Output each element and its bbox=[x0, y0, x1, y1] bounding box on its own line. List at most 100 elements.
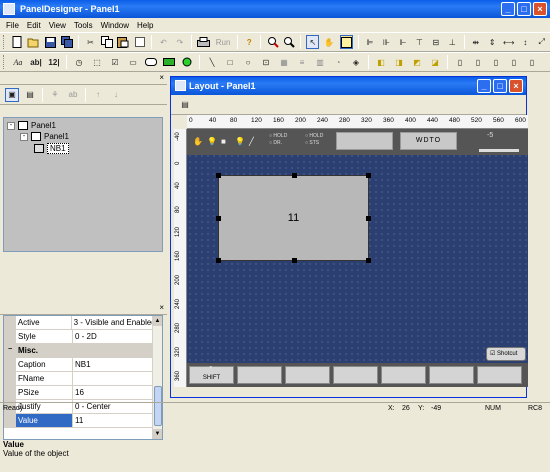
paste-icon[interactable] bbox=[117, 35, 129, 49]
resize-handle[interactable] bbox=[216, 258, 221, 263]
same-width-icon[interactable]: ⟷ bbox=[503, 35, 515, 49]
menu-tools[interactable]: Tools bbox=[70, 21, 97, 30]
align-center-icon[interactable]: ⊪ bbox=[380, 35, 392, 49]
clock-icon[interactable]: ◷ bbox=[72, 55, 86, 69]
fkey-6[interactable] bbox=[429, 366, 474, 384]
square-icon[interactable]: ■ bbox=[221, 137, 229, 146]
prop-row-psize[interactable]: PSize 16 bbox=[4, 386, 154, 400]
number-tool-icon[interactable]: 12| bbox=[47, 55, 61, 69]
cube-tool-icon[interactable]: ◈ bbox=[349, 55, 363, 69]
toolbar-grip[interactable] bbox=[3, 35, 6, 49]
minimize-button[interactable]: _ bbox=[501, 2, 515, 16]
space-v-icon[interactable]: ⇕ bbox=[486, 35, 498, 49]
resize-handle[interactable] bbox=[292, 258, 297, 263]
select-rect-icon[interactable]: ⬚ bbox=[90, 55, 104, 69]
image-tool-icon[interactable]: ⊡ bbox=[259, 55, 273, 69]
maximize-button[interactable]: □ bbox=[517, 2, 531, 16]
button-tool-icon[interactable]: ▭ bbox=[126, 55, 140, 69]
prop-value[interactable]: 11 bbox=[73, 414, 83, 427]
order-5-icon[interactable]: ▯ bbox=[525, 55, 539, 69]
prop-value[interactable]: 16 bbox=[73, 386, 84, 399]
order-1-icon[interactable]: ▯ bbox=[453, 55, 467, 69]
fkey-5[interactable] bbox=[381, 366, 426, 384]
layout-close-button[interactable]: × bbox=[509, 79, 523, 93]
pane-close-icon[interactable]: × bbox=[159, 303, 164, 312]
tree-node-label[interactable]: Panel1 bbox=[44, 132, 69, 141]
prop-value[interactable]: NB1 bbox=[73, 358, 91, 371]
close-button[interactable]: × bbox=[533, 2, 547, 16]
copy-icon[interactable] bbox=[100, 35, 113, 49]
tree-node-root[interactable]: - Panel1 bbox=[7, 121, 56, 130]
properties-scrollbar[interactable]: ▲ ▼ bbox=[152, 316, 162, 439]
tree-node-nb1[interactable]: NB1 bbox=[34, 143, 69, 154]
order-2-icon[interactable]: ▯ bbox=[471, 55, 485, 69]
circle-tool-icon[interactable]: ○ bbox=[241, 55, 255, 69]
fkey-2[interactable] bbox=[237, 366, 282, 384]
layout-titlebar[interactable]: Layout - Panel1 _ □ × bbox=[171, 77, 526, 95]
resize-handle[interactable] bbox=[366, 173, 371, 178]
resize-handle[interactable] bbox=[292, 173, 297, 178]
align-right-icon[interactable]: ⊩ bbox=[397, 35, 409, 49]
line-tool-icon[interactable]: ╲ bbox=[205, 55, 219, 69]
hand-icon[interactable]: ✋ bbox=[323, 35, 335, 49]
move-up-icon[interactable]: ↑ bbox=[91, 88, 105, 102]
gauge-tool-icon[interactable]: ◔ bbox=[331, 55, 345, 69]
edit-tool-icon[interactable]: ab| bbox=[29, 55, 43, 69]
same-size-icon[interactable]: ⤢ bbox=[535, 35, 547, 49]
design-canvas[interactable]: ✋ 💡 ■ 💡 ╱ ○ HOLD ○ DR. ○ HOLD ○ STS WDTO -… bbox=[187, 129, 528, 387]
prop-row-value[interactable]: Value 11 bbox=[4, 414, 154, 428]
fkey-4[interactable] bbox=[333, 366, 378, 384]
resize-handle[interactable] bbox=[216, 173, 221, 178]
order-4-icon[interactable]: ▯ bbox=[507, 55, 521, 69]
selected-numeric-control[interactable]: 11 bbox=[216, 173, 371, 263]
checkbox-tool-icon[interactable]: ☑ bbox=[108, 55, 122, 69]
same-height-icon[interactable]: ↕ bbox=[519, 35, 531, 49]
pill-tool-icon[interactable] bbox=[144, 55, 158, 69]
hand-icon[interactable]: ✋ bbox=[193, 137, 203, 146]
bulb-icon[interactable]: 💡 bbox=[235, 137, 245, 146]
layout-minimize-button[interactable]: _ bbox=[477, 79, 491, 93]
radio-group-right[interactable]: ○ HOLD ○ STS bbox=[305, 133, 323, 147]
prop-row-active[interactable]: Active 3 - Visible and Enabled bbox=[4, 316, 154, 330]
menu-file[interactable]: File bbox=[2, 21, 23, 30]
menu-view[interactable]: View bbox=[45, 21, 70, 30]
send-back-icon[interactable]: ◨ bbox=[392, 55, 406, 69]
prop-value[interactable]: 0 - 2D bbox=[73, 330, 97, 343]
page-icon[interactable]: ▤ bbox=[178, 98, 192, 112]
menu-help[interactable]: Help bbox=[133, 21, 157, 30]
tree-expander[interactable]: - bbox=[20, 132, 28, 141]
object-tree[interactable]: - Panel1 - Panel1 NB1 bbox=[3, 117, 163, 252]
rect-tool-icon[interactable]: □ bbox=[223, 55, 237, 69]
move-down-icon[interactable]: ↓ bbox=[109, 88, 123, 102]
space-h-icon[interactable]: ⇹ bbox=[470, 35, 482, 49]
tree-node-label[interactable]: NB1 bbox=[47, 143, 69, 154]
resize-handle[interactable] bbox=[366, 258, 371, 263]
save-all-icon[interactable] bbox=[60, 35, 73, 49]
shotcut-checkbox[interactable]: ☑ Shotcut bbox=[486, 347, 526, 361]
prop-category-misc[interactable]: − Misc. bbox=[4, 344, 154, 358]
scale-tool-icon[interactable]: ≡ bbox=[295, 55, 309, 69]
prop-value[interactable] bbox=[73, 372, 75, 385]
scroll-up-icon[interactable]: ▲ bbox=[153, 316, 162, 326]
prop-value[interactable]: 3 - Visible and Enabled bbox=[72, 316, 154, 329]
layout-maximize-button[interactable]: □ bbox=[493, 79, 507, 93]
green-button-icon[interactable] bbox=[162, 55, 176, 69]
bulb-icon[interactable]: 💡 bbox=[207, 137, 217, 146]
fkey-3[interactable] bbox=[285, 366, 330, 384]
pen-icon[interactable]: ╱ bbox=[249, 137, 257, 146]
cut-icon[interactable]: ✂ bbox=[84, 35, 96, 49]
pane-close-icon[interactable]: × bbox=[159, 73, 164, 82]
bar-tool-icon[interactable]: ▥ bbox=[313, 55, 327, 69]
panel-view-icon[interactable]: ▣ bbox=[5, 87, 19, 102]
pointer-icon[interactable]: ↖ bbox=[306, 35, 320, 49]
rename-icon[interactable]: ab bbox=[66, 88, 80, 102]
prop-row-fname[interactable]: FName bbox=[4, 372, 154, 386]
panel-wdto-button[interactable]: WDTO bbox=[400, 132, 457, 150]
bring-front-icon[interactable]: ◧ bbox=[374, 55, 388, 69]
tree-node-panel[interactable]: - Panel1 bbox=[20, 132, 69, 141]
order-3-icon[interactable]: ▯ bbox=[489, 55, 503, 69]
find-icon[interactable] bbox=[283, 35, 295, 49]
toolbar-grip-2[interactable] bbox=[3, 55, 6, 69]
print-icon[interactable] bbox=[197, 35, 211, 49]
resize-handle[interactable] bbox=[216, 216, 221, 221]
